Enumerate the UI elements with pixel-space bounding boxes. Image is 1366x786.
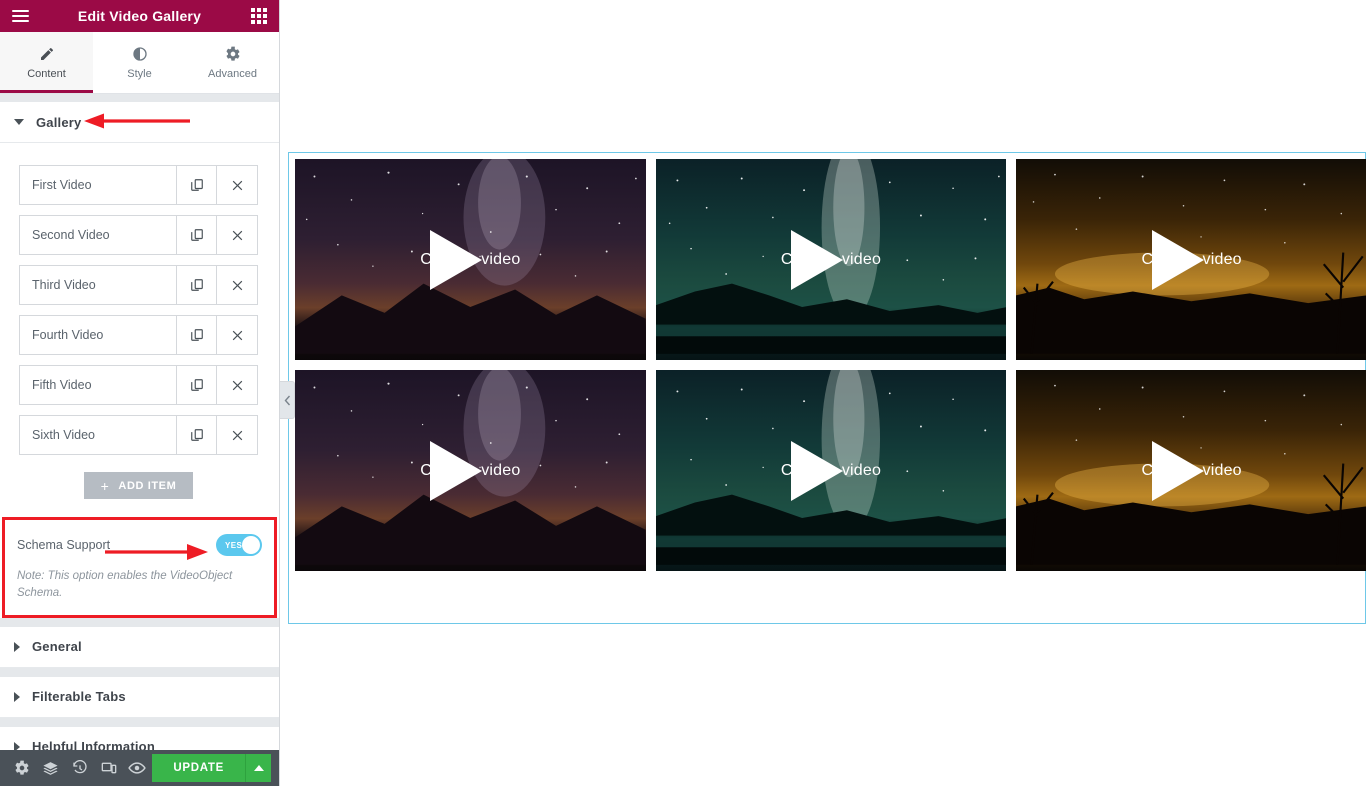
gallery-item-title[interactable]: Sixth Video (20, 416, 177, 454)
close-x-icon[interactable] (217, 366, 257, 404)
tabs-divider (0, 94, 279, 102)
panel-content: Gallery First Video Second Video Third V… (0, 102, 279, 750)
toggle-value-label: YES (225, 540, 243, 550)
editor-canvas: Choose video Choose video Choose video C… (281, 0, 1366, 786)
duplicate-icon[interactable] (177, 366, 217, 404)
elementor-editor-screen: Edit Video Gallery Content Style Advance… (0, 0, 1366, 786)
close-x-icon[interactable] (217, 216, 257, 254)
responsive-mode-icon[interactable] (95, 750, 123, 786)
panel-header: Edit Video Gallery (0, 0, 279, 32)
section-gallery-label: Gallery (36, 114, 82, 130)
gallery-item-title[interactable]: Fourth Video (20, 316, 177, 354)
schema-support-toggle[interactable]: YES (216, 534, 262, 556)
section-general-label: General (32, 639, 82, 654)
hamburger-icon[interactable] (9, 5, 31, 27)
section-header-general[interactable]: General (0, 626, 279, 668)
video-thumbnail[interactable]: Choose video (1016, 159, 1366, 360)
toggle-knob (242, 536, 260, 554)
close-x-icon[interactable] (217, 166, 257, 204)
page-title: Edit Video Gallery (77, 8, 202, 24)
duplicate-icon[interactable] (177, 166, 217, 204)
list-item[interactable]: Second Video (19, 215, 258, 255)
schema-support-control: Schema Support YES Note: This option ena… (2, 517, 277, 618)
chevron-down-icon (14, 119, 24, 125)
video-thumbnail[interactable]: Choose video (655, 370, 1007, 571)
tab-content-label: Content (27, 67, 66, 80)
schema-support-row: Schema Support YES (17, 534, 262, 556)
list-item[interactable]: First Video (19, 165, 258, 205)
section-header-filterable-tabs[interactable]: Filterable Tabs (0, 676, 279, 718)
update-button[interactable]: UPDATE (152, 754, 246, 782)
gallery-item-title[interactable]: Fifth Video (20, 366, 177, 404)
pencil-icon (39, 46, 55, 62)
duplicate-icon[interactable] (177, 416, 217, 454)
section-helpful-information-label: Helpful Information (32, 739, 155, 750)
update-button-group: UPDATE (152, 754, 272, 782)
schema-support-note: Note: This option enables the VideoObjec… (17, 570, 233, 600)
settings-gear-icon[interactable] (8, 750, 36, 786)
gallery-item-title[interactable]: Second Video (20, 216, 177, 254)
tab-content[interactable]: Content (0, 32, 93, 93)
video-gallery-widget[interactable]: Choose video Choose video Choose video C… (288, 152, 1366, 624)
gallery-item-title[interactable]: Third Video (20, 266, 177, 304)
list-item[interactable]: Third Video (19, 265, 258, 305)
duplicate-icon[interactable] (177, 266, 217, 304)
tab-style[interactable]: Style (93, 32, 186, 93)
list-item[interactable]: Sixth Video (19, 415, 258, 455)
section-filterable-tabs-label: Filterable Tabs (32, 689, 126, 704)
duplicate-icon[interactable] (177, 316, 217, 354)
section-header-helpful-information[interactable]: Helpful Information (0, 726, 279, 750)
gallery-repeater: First Video Second Video Third Video Fou… (0, 143, 279, 517)
tab-advanced-label: Advanced (208, 67, 257, 80)
panel-tabs: Content Style Advanced (0, 32, 279, 94)
preview-eye-icon[interactable] (124, 750, 152, 786)
close-x-icon[interactable] (217, 416, 257, 454)
contrast-circle-icon (132, 46, 148, 62)
editor-panel: Edit Video Gallery Content Style Advance… (0, 0, 280, 786)
caret-up-icon[interactable] (245, 754, 272, 782)
section-header-gallery[interactable]: Gallery (0, 102, 279, 143)
panel-collapse-handle[interactable] (280, 381, 295, 419)
section-divider (0, 717, 279, 727)
video-grid: Choose video Choose video Choose video C… (295, 159, 1366, 571)
tab-advanced[interactable]: Advanced (186, 32, 279, 93)
close-x-icon[interactable] (217, 316, 257, 354)
history-clock-icon[interactable] (66, 750, 94, 786)
tab-style-label: Style (127, 67, 152, 80)
editor-footer-toolbar: UPDATE (0, 750, 279, 786)
chevron-right-icon (14, 691, 20, 702)
widgets-grid-icon[interactable] (248, 5, 270, 27)
add-item-button[interactable]: + ADD ITEM (83, 472, 194, 499)
duplicate-icon[interactable] (177, 216, 217, 254)
chevron-right-icon (14, 641, 20, 652)
add-item-row: + ADD ITEM (19, 465, 258, 517)
section-divider (0, 617, 279, 627)
video-thumbnail[interactable]: Choose video (655, 159, 1007, 360)
close-x-icon[interactable] (217, 266, 257, 304)
navigator-layers-icon[interactable] (37, 750, 65, 786)
chevron-right-icon (14, 741, 20, 750)
schema-support-label: Schema Support (17, 538, 111, 552)
list-item[interactable]: Fourth Video (19, 315, 258, 355)
gear-icon (225, 46, 241, 62)
video-thumbnail[interactable]: Choose video (295, 370, 646, 571)
plus-icon: + (100, 477, 110, 494)
video-thumbnail[interactable]: Choose video (295, 159, 646, 360)
add-item-label: ADD ITEM (118, 479, 177, 492)
list-item[interactable]: Fifth Video (19, 365, 258, 405)
gallery-item-title[interactable]: First Video (20, 166, 177, 204)
section-divider (0, 667, 279, 677)
video-thumbnail[interactable]: Choose video (1016, 370, 1366, 571)
